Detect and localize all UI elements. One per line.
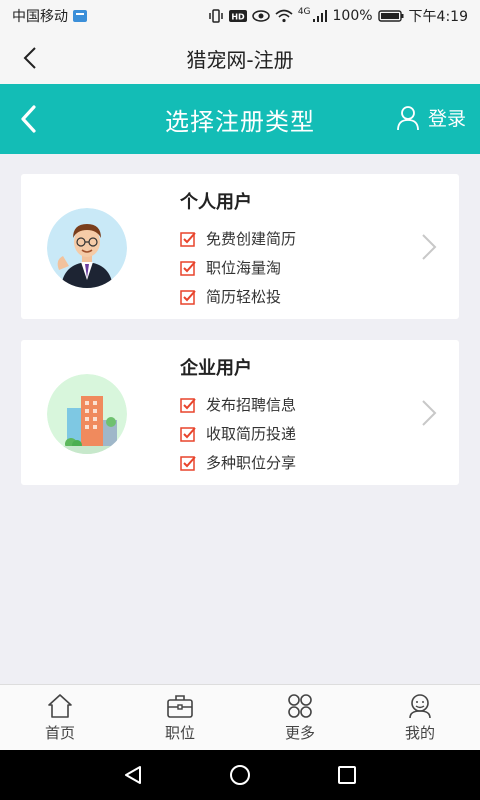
checkbox-checked-icon [180, 231, 196, 247]
briefcase-icon [167, 694, 193, 718]
battery-percent: 100% [332, 8, 373, 24]
checkbox-checked-icon [180, 426, 196, 442]
home-icon [48, 693, 72, 718]
tab-more[interactable]: 更多 [240, 685, 360, 750]
nav-recents-icon[interactable] [336, 764, 358, 786]
profile-icon [409, 693, 431, 718]
notification-icon [73, 10, 87, 22]
back-button[interactable] [10, 101, 46, 137]
personal-avatar-illustration [47, 208, 127, 288]
login-label: 登录 [427, 108, 466, 130]
tab-label: 更多 [284, 723, 315, 742]
battery-icon [377, 10, 404, 22]
status-bar: 中国移动 HD 4G 100% 下午4:19 [0, 0, 480, 32]
feature-item: 收取简历投递 [180, 419, 296, 448]
checkbox-checked-icon [180, 289, 196, 305]
vibrate-icon [209, 9, 223, 23]
feature-label: 职位海量淘 [206, 259, 282, 277]
login-button[interactable]: 登录 [396, 104, 466, 131]
company-card-title: 企业用户 [180, 358, 252, 379]
user-icon [397, 105, 419, 130]
webview-title: 猎宠网-注册 [186, 47, 294, 72]
tab-mine[interactable]: 我的 [360, 685, 480, 750]
page-title: 选择注册类型 [165, 107, 315, 136]
more-icon [288, 693, 312, 718]
svg-text:HD: HD [231, 13, 245, 22]
feature-label: 简历轻松投 [206, 288, 282, 306]
chevron-left-icon [21, 105, 36, 133]
network-label: 4G [297, 7, 311, 17]
feature-item: 职位海量淘 [180, 253, 296, 282]
wifi-icon [275, 9, 293, 23]
checkbox-checked-icon [180, 455, 196, 471]
tab-label: 首页 [44, 723, 75, 742]
chevron-right-icon [422, 400, 437, 426]
feature-label: 多种职位分享 [206, 454, 297, 472]
checkbox-checked-icon [180, 260, 196, 276]
tab-label: 我的 [404, 723, 435, 742]
webview-title-bar: 猎宠网-注册 [0, 32, 480, 84]
personal-user-card[interactable]: 个人用户 免费创建简历 职位海量淘 简历轻松投 [21, 174, 459, 319]
chevron-right-icon [422, 234, 437, 260]
company-building-illustration [47, 374, 127, 454]
bottom-tab-bar: 首页 职位 更多 我的 [0, 684, 480, 750]
clock: 下午4:19 [408, 9, 468, 25]
page-header: 选择注册类型 登录 [0, 84, 480, 154]
feature-label: 免费创建简历 [206, 230, 297, 248]
feature-item: 免费创建简历 [180, 224, 296, 253]
hd-icon: HD [228, 10, 247, 22]
feature-item: 多种职位分享 [180, 448, 296, 477]
chevron-left-icon [23, 47, 36, 69]
tab-jobs[interactable]: 职位 [120, 685, 240, 750]
feature-label: 收取简历投递 [206, 425, 297, 443]
feature-label: 发布招聘信息 [206, 396, 297, 414]
carrier-label: 中国移动 [12, 9, 68, 25]
nav-home-icon[interactable] [228, 763, 252, 787]
tab-home[interactable]: 首页 [0, 685, 120, 750]
feature-item: 发布招聘信息 [180, 390, 296, 419]
nav-back-icon[interactable] [122, 764, 144, 786]
webview-back-button[interactable] [14, 42, 46, 74]
personal-card-title: 个人用户 [180, 192, 252, 213]
checkbox-checked-icon [180, 397, 196, 413]
signal-icon [312, 10, 327, 22]
feature-item: 简历轻松投 [180, 282, 296, 311]
system-nav-bar [0, 750, 480, 800]
tab-label: 职位 [164, 723, 195, 742]
eye-icon [252, 10, 270, 22]
company-user-card[interactable]: 企业用户 发布招聘信息 收取简历投递 多种职位分享 [21, 340, 459, 485]
